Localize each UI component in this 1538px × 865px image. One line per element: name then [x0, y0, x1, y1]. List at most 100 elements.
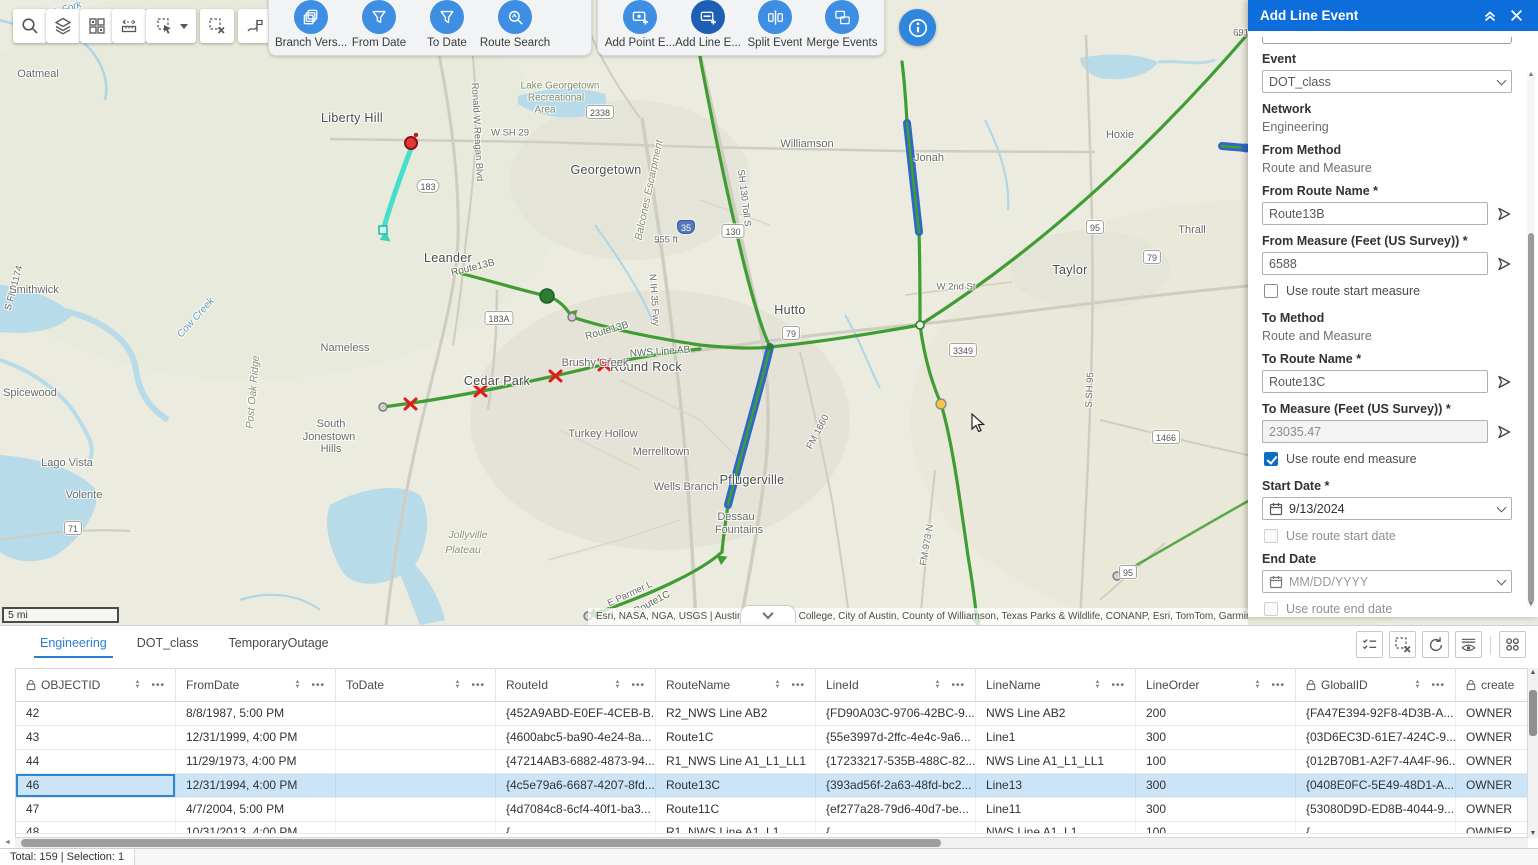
sort-icon[interactable]: ▲▼: [615, 680, 621, 690]
table-cell[interactable]: {55e3997d-2ffc-4e4c-9a6...: [816, 726, 976, 749]
table-row[interactable]: 4810/31/2013, 4:00 PM{...R1_NWS Line A1_…: [16, 822, 1527, 834]
table-cell[interactable]: Route1C: [656, 726, 816, 749]
use-route-end-measure-checkbox[interactable]: [1264, 452, 1278, 466]
toggle-columns-button[interactable]: [1455, 631, 1482, 658]
column-header-create[interactable]: create: [1456, 669, 1528, 701]
table-cell[interactable]: R1_NWS Line A1_L1_LL1: [656, 750, 816, 773]
column-menu-icon[interactable]: •••: [1271, 680, 1285, 691]
sort-icon[interactable]: ▲▼: [1415, 680, 1421, 690]
refresh-button[interactable]: [1422, 631, 1449, 658]
table-cell[interactable]: {4c5e79a6-6687-4207-8fd...: [496, 774, 656, 797]
column-header-fromdate[interactable]: FromDate▲▼ •••: [176, 669, 336, 701]
table-cell[interactable]: Line1: [976, 726, 1136, 749]
table-cell[interactable]: 47: [16, 798, 176, 821]
pick-measure-icon[interactable]: [1496, 256, 1512, 272]
sort-icon[interactable]: ▲▼: [1095, 680, 1101, 690]
table-cell[interactable]: R1_NWS Line A1_L1...: [656, 822, 816, 833]
column-menu-icon[interactable]: •••: [1431, 680, 1445, 691]
table-cell[interactable]: 300: [1136, 774, 1296, 797]
column-header-todate[interactable]: ToDate▲▼ •••: [336, 669, 496, 701]
table-cell[interactable]: 10/31/2013, 4:00 PM: [176, 822, 336, 833]
pick-measure-icon[interactable]: [1496, 424, 1512, 440]
table-cell[interactable]: {FD90A03C-9706-42BC-9...: [816, 702, 976, 725]
table-cell[interactable]: 200: [1136, 702, 1296, 725]
table-cell[interactable]: NWS Line AB2: [976, 702, 1136, 725]
layers-tool-button[interactable]: [46, 9, 80, 43]
table-cell[interactable]: {03D6EC3D-61E7-424C-9...: [1296, 726, 1456, 749]
table-row[interactable]: 4411/29/1973, 4:00 PM{47214AB3-6882-4873…: [16, 750, 1527, 774]
table-cell[interactable]: {...: [496, 822, 656, 833]
table-cell[interactable]: {4d7084c8-6cf4-40f1-ba3...: [496, 798, 656, 821]
table-cell[interactable]: NWS Line A1_L1_LL1: [976, 750, 1136, 773]
column-header-linename[interactable]: LineName▲▼ •••: [976, 669, 1136, 701]
table-row[interactable]: 428/8/1987, 5:00 PM{452A9ABD-E0EF-4CEB-B…: [16, 702, 1527, 726]
tab-engineering[interactable]: Engineering: [40, 626, 107, 662]
table-cell[interactable]: {17233217-535B-488C-82...: [816, 750, 976, 773]
to-route-name-input[interactable]: Route13C: [1262, 370, 1488, 393]
table-cell[interactable]: [336, 702, 496, 725]
table-cell[interactable]: 46: [16, 774, 176, 797]
table-cell[interactable]: 12/31/1999, 4:00 PM: [176, 726, 336, 749]
table-cell[interactable]: OWNER: [1456, 822, 1527, 833]
table-cell[interactable]: [336, 798, 496, 821]
sort-icon[interactable]: ▲▼: [295, 680, 301, 690]
clear-selection-tool-button[interactable]: [200, 9, 234, 43]
table-collapse-tab[interactable]: [740, 605, 796, 623]
close-icon[interactable]: [1506, 6, 1526, 26]
table-cell[interactable]: Line13: [976, 774, 1136, 797]
vertical-scrollbar[interactable]: ▲ ▼: [1528, 668, 1538, 838]
actions-grid-button[interactable]: [1499, 631, 1526, 658]
table-cell[interactable]: [336, 822, 496, 833]
column-menu-icon[interactable]: •••: [151, 680, 165, 691]
scroll-down-icon[interactable]: ▼: [1528, 830, 1538, 837]
start-date-input[interactable]: 9/13/2024: [1262, 497, 1512, 520]
table-cell[interactable]: NWS Line A1_L1...: [976, 822, 1136, 833]
column-menu-icon[interactable]: •••: [471, 680, 485, 691]
from-date-button[interactable]: From Date: [347, 0, 411, 49]
column-menu-icon[interactable]: •••: [631, 680, 645, 691]
tab-dot_class[interactable]: DOT_class: [137, 626, 199, 662]
sort-icon[interactable]: ▲▼: [455, 680, 461, 690]
sort-icon[interactable]: ▲▼: [1255, 680, 1261, 690]
panel-scrollbar[interactable]: ▲ ▼: [1527, 73, 1535, 607]
merge-events-button[interactable]: Merge Events: [810, 0, 874, 49]
table-cell[interactable]: {...: [1296, 822, 1456, 833]
table-cell[interactable]: {47214AB3-6882-4873-94...: [496, 750, 656, 773]
table-cell[interactable]: 300: [1136, 726, 1296, 749]
table-cell[interactable]: {012B70B1-A2F7-4A4F-96...: [1296, 750, 1456, 773]
search-tool-button[interactable]: [13, 9, 47, 43]
event-select[interactable]: DOT_class: [1262, 70, 1512, 93]
table-cell[interactable]: 300: [1136, 798, 1296, 821]
route-search-button[interactable]: Route Search: [483, 0, 547, 49]
branch-vers-button[interactable]: Branch Vers...: [279, 0, 343, 49]
table-cell[interactable]: R2_NWS Line AB2: [656, 702, 816, 725]
scroll-up-icon[interactable]: ▲: [1528, 669, 1538, 676]
table-cell[interactable]: {452A9ABD-E0EF-4CEB-B...: [496, 702, 656, 725]
table-cell[interactable]: {393ad56f-2a63-48fd-bc2...: [816, 774, 976, 797]
table-cell[interactable]: {4600abc5-ba90-4e24-8a...: [496, 726, 656, 749]
table-cell[interactable]: {53080D9D-ED8B-4044-9...: [1296, 798, 1456, 821]
info-button[interactable]: [899, 9, 936, 46]
table-cell[interactable]: OWNER: [1456, 798, 1528, 821]
column-header-routename[interactable]: RouteName▲▼ •••: [656, 669, 816, 701]
table-row[interactable]: 474/7/2004, 5:00 PM{4d7084c8-6cf4-40f1-b…: [16, 798, 1527, 822]
column-menu-icon[interactable]: •••: [1111, 680, 1125, 691]
column-header-lineorder[interactable]: LineOrder▲▼ •••: [1136, 669, 1296, 701]
table-cell[interactable]: 8/8/1987, 5:00 PM: [176, 702, 336, 725]
column-header-routeid[interactable]: RouteId▲▼ •••: [496, 669, 656, 701]
pick-route-icon[interactable]: [1496, 374, 1512, 390]
sort-icon[interactable]: ▲▼: [935, 680, 941, 690]
from-route-name-input[interactable]: Route13B: [1262, 202, 1488, 225]
use-route-start-measure-checkbox[interactable]: [1264, 284, 1278, 298]
to-date-button[interactable]: To Date: [415, 0, 479, 49]
table-cell[interactable]: 100: [1136, 822, 1296, 833]
table-cell[interactable]: {ef277a28-79d6-40d7-be...: [816, 798, 976, 821]
scrollbar-thumb[interactable]: [1529, 690, 1537, 736]
tab-temporaryoutage[interactable]: TemporaryOutage: [229, 626, 329, 662]
table-cell[interactable]: OWNER: [1456, 702, 1528, 725]
split-event-button[interactable]: Split Event: [744, 0, 806, 49]
table-cell[interactable]: 100: [1136, 750, 1296, 773]
pick-route-icon[interactable]: [1496, 206, 1512, 222]
table-cell[interactable]: 44: [16, 750, 176, 773]
table-cell[interactable]: {...: [816, 822, 976, 833]
